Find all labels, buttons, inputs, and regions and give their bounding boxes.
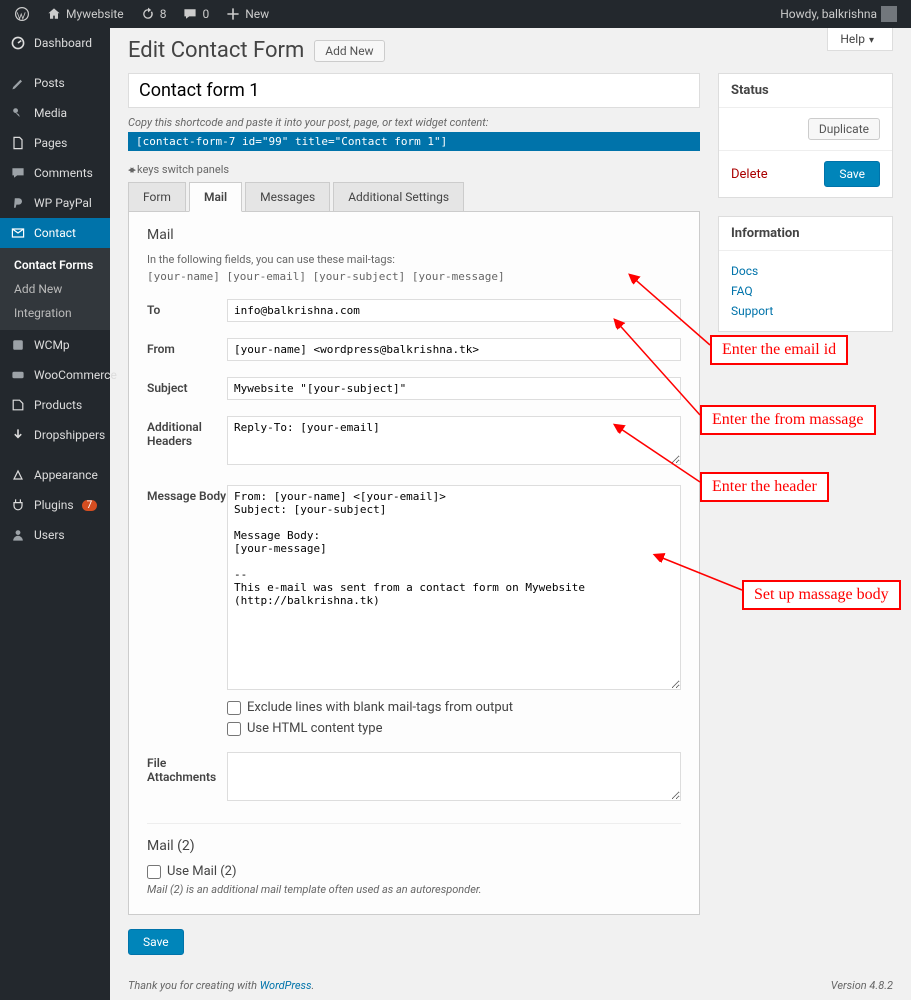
save-button-bottom[interactable]: Save (128, 929, 184, 955)
site-link[interactable]: Mywebsite (40, 6, 130, 22)
howdy-link[interactable]: Howdy, balkrishna (774, 6, 903, 22)
from-input[interactable] (227, 338, 681, 361)
nav-pages[interactable]: Pages (0, 128, 110, 158)
nav-media[interactable]: Media (0, 98, 110, 128)
nav-dropshippers[interactable]: Dropshippers (0, 420, 110, 450)
status-title: Status (719, 74, 892, 108)
nav-wcmp[interactable]: WCMp (0, 330, 110, 360)
footer: Thank you for creating with WordPress. V… (128, 979, 893, 992)
callout-from: Enter the from massage (700, 405, 876, 435)
admin-bar: Mywebsite 8 0 New Howdy, balkrishna (0, 0, 911, 28)
html-check[interactable] (227, 722, 241, 736)
mail-desc: In the following fields, you can use the… (147, 253, 681, 266)
from-label: From (147, 338, 227, 361)
mail2-heading: Mail (2) (147, 838, 681, 854)
mail2-note: Mail (2) is an additional mail template … (147, 883, 681, 896)
tab-messages[interactable]: Messages (245, 182, 330, 212)
mail2-use: Use Mail (2) (167, 864, 237, 879)
nav-products[interactable]: Products (0, 390, 110, 420)
info-faq[interactable]: FAQ (731, 281, 880, 301)
headers-input[interactable]: Reply-To: [your-email] (227, 416, 681, 465)
editor-tabs: Form Mail Messages Additional Settings (128, 182, 700, 212)
status-box: Status Duplicate Delete Save (718, 73, 893, 198)
subject-input[interactable] (227, 377, 681, 400)
info-support[interactable]: Support (731, 301, 880, 321)
shortcode-note: Copy this shortcode and paste it into yo… (128, 116, 700, 129)
body-input[interactable]: From: [your-name] <[your-email]> Subject… (227, 485, 681, 690)
nav-posts[interactable]: Posts (0, 68, 110, 98)
add-new-button[interactable]: Add New (314, 40, 384, 62)
body-label: Message Body (147, 485, 227, 736)
new-link[interactable]: New (219, 6, 275, 22)
callout-email: Enter the email id (710, 335, 848, 365)
to-label: To (147, 299, 227, 322)
headers-label: Additional Headers (147, 416, 227, 469)
plugins-badge: 7 (82, 500, 98, 511)
duplicate-button[interactable]: Duplicate (808, 118, 880, 140)
refresh-link[interactable]: 8 (134, 6, 173, 22)
shortcode-input[interactable]: [contact-form-7 id="99" title="Contact f… (128, 132, 700, 151)
form-title-input[interactable] (128, 73, 700, 108)
delete-link[interactable]: Delete (731, 167, 768, 182)
nav-plugins[interactable]: Plugins 7 (0, 490, 110, 520)
page-title: Edit Contact Form (128, 38, 304, 63)
switch-panels: keys switch panels (128, 163, 700, 176)
nav-wppaypal[interactable]: WP PayPal (0, 188, 110, 218)
nav-contact[interactable]: Contact (0, 218, 110, 248)
exclude-check[interactable] (227, 701, 241, 715)
nav-users[interactable]: Users (0, 520, 110, 550)
wp-logo[interactable] (8, 6, 36, 22)
tab-mail[interactable]: Mail (189, 182, 242, 212)
tab-additional[interactable]: Additional Settings (333, 182, 464, 212)
attach-label: File Attachments (147, 752, 227, 805)
mail-panel: Mail In the following fields, you can us… (128, 212, 700, 915)
nav-dashboard[interactable]: Dashboard (0, 28, 110, 58)
mail-heading: Mail (147, 227, 681, 243)
tab-form[interactable]: Form (128, 182, 186, 212)
comments-link[interactable]: 0 (176, 6, 215, 22)
attach-input[interactable] (227, 752, 681, 801)
mail2-check[interactable] (147, 865, 161, 879)
mail-tags: [your-name] [your-email] [your-subject] … (147, 270, 681, 283)
exclude-label: Exclude lines with blank mail-tags from … (247, 700, 513, 715)
admin-sidebar: Dashboard Posts Media Pages Comments WP … (0, 28, 110, 1000)
subject-label: Subject (147, 377, 227, 400)
wp-link[interactable]: WordPress (260, 979, 312, 992)
help-tab[interactable]: Help (827, 28, 893, 51)
save-button[interactable]: Save (824, 161, 880, 187)
html-label: Use HTML content type (247, 721, 382, 736)
callout-header: Enter the header (700, 472, 829, 502)
nav-contact-integration[interactable]: Integration (0, 301, 110, 325)
version: Version 4.8.2 (831, 979, 893, 992)
main-content: Help Edit Contact Form Add New Copy this… (110, 28, 911, 1000)
info-docs[interactable]: Docs (731, 261, 880, 281)
nav-woocommerce[interactable]: WooCommerce (0, 360, 110, 390)
nav-comments[interactable]: Comments (0, 158, 110, 188)
avatar (881, 6, 897, 22)
nav-appearance[interactable]: Appearance (0, 460, 110, 490)
to-input[interactable] (227, 299, 681, 322)
nav-contact-addnew[interactable]: Add New (0, 277, 110, 301)
nav-contact-sub: Contact Forms Add New Integration (0, 248, 110, 330)
info-title: Information (719, 217, 892, 251)
info-box: Information Docs FAQ Support (718, 216, 893, 332)
callout-body: Set up massage body (742, 580, 901, 610)
nav-contact-forms[interactable]: Contact Forms (0, 253, 110, 277)
